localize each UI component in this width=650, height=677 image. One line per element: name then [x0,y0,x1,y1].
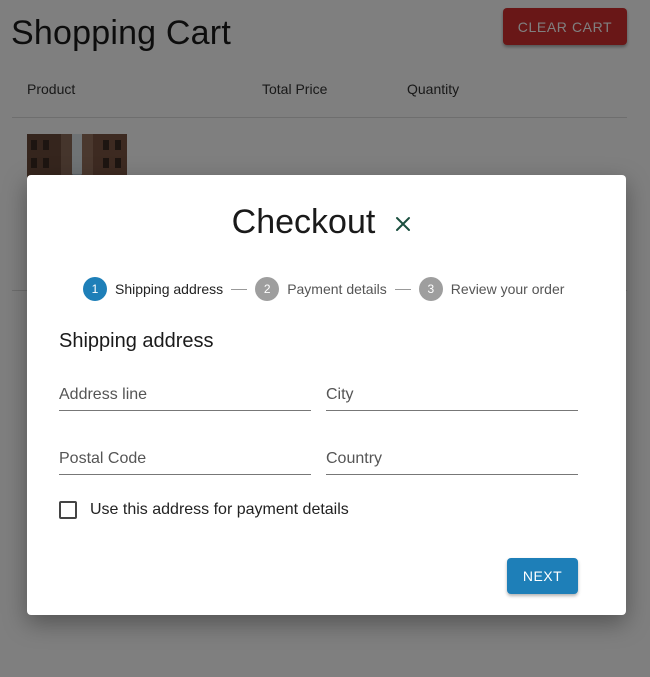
close-icon [396,217,410,231]
city-field [326,371,578,411]
step-label: Review your order [450,281,565,297]
step-connector [231,288,248,290]
country-field [326,435,578,475]
checkout-dialog: Checkout 1 Shipping address 2 Payment de… [27,175,626,615]
step-shipping-address: 1 Shipping address [83,277,223,301]
step-connector [394,288,411,290]
step-review-order: 3 Review your order [418,277,565,301]
step-label: Payment details [287,281,387,297]
same-address-checkbox[interactable] [59,501,77,519]
step-number-1: 1 [83,277,107,301]
city-input[interactable] [326,371,578,410]
step-number-3: 3 [418,277,443,301]
checkout-stepper: 1 Shipping address 2 Payment details 3 R… [83,277,564,301]
same-address-checkbox-row[interactable]: Use this address for payment details [59,501,349,519]
step-label: Shipping address [115,281,224,297]
step-number-2: 2 [255,277,280,301]
address-line-field [59,371,311,411]
checkbox-label: Use this address for payment details [90,501,349,518]
section-title: Shipping address [59,330,214,352]
next-button[interactable]: NEXT [507,558,578,594]
close-button[interactable] [391,212,415,236]
dialog-title: Checkout [231,203,376,241]
step-payment-details: 2 Payment details [255,277,387,301]
address-line-input[interactable] [59,371,311,410]
country-input[interactable] [326,435,578,474]
postal-code-input[interactable] [59,435,311,474]
postal-code-field [59,435,311,475]
shopping-cart-page: Shopping Cart CLEAR CART Product Total P… [0,0,650,677]
